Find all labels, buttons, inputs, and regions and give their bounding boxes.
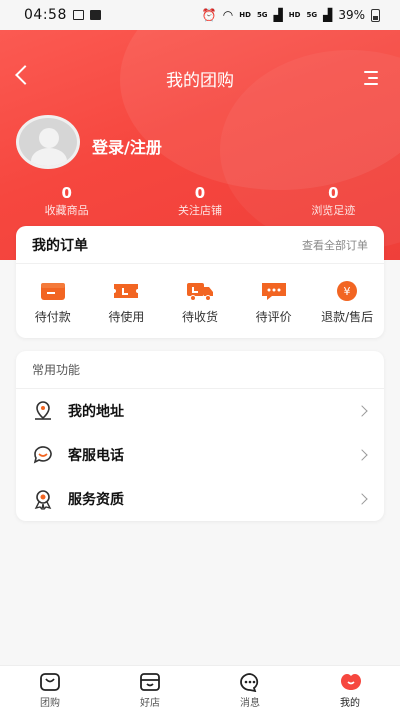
order-to-use[interactable]: 待使用 bbox=[90, 280, 164, 325]
nav-bar: 我的团购 bbox=[0, 30, 400, 130]
wallet-icon bbox=[39, 280, 67, 302]
function-label: 客服电话 bbox=[68, 448, 124, 464]
order-to-review[interactable]: 待评价 bbox=[237, 280, 311, 325]
order-refund[interactable]: ¥ 退款/售后 bbox=[310, 280, 384, 325]
location-icon bbox=[32, 400, 54, 422]
signal-icon-2: ▟ bbox=[323, 8, 333, 22]
5g-label-2: 5G bbox=[306, 11, 318, 19]
wifi-icon: ◠ bbox=[222, 8, 234, 22]
stat-label: 浏览足迹 bbox=[311, 204, 356, 217]
customer-service-row[interactable]: 客服电话 bbox=[16, 433, 384, 477]
stats-row: 0 收藏商品 0 关注店铺 0 浏览足迹 bbox=[0, 183, 400, 219]
stat-label: 关注店铺 bbox=[177, 204, 222, 217]
signal-icon-1: ▟ bbox=[273, 8, 283, 22]
chevron-right-icon bbox=[356, 449, 368, 461]
store-icon bbox=[139, 672, 161, 692]
stat-value: 0 bbox=[194, 184, 206, 202]
refund-icon: ¥ bbox=[333, 280, 361, 302]
menu-icon[interactable] bbox=[364, 71, 378, 85]
hd-label-2: HD bbox=[288, 11, 301, 19]
stat-followed-stores[interactable]: 0 关注店铺 bbox=[133, 183, 266, 219]
avatar[interactable] bbox=[16, 115, 80, 169]
order-pending-payment[interactable]: 待付款 bbox=[16, 280, 90, 325]
tab-messages[interactable]: 消息 bbox=[200, 666, 300, 711]
stat-value: 0 bbox=[328, 184, 339, 202]
shopping-bag-icon bbox=[39, 672, 61, 692]
chevron-right-icon bbox=[356, 493, 368, 505]
login-register-link[interactable]: 登录/注册 bbox=[92, 134, 162, 158]
tab-label: 消息 bbox=[240, 698, 260, 709]
order-item-label: 退款/售后 bbox=[321, 310, 374, 324]
order-item-label: 待使用 bbox=[108, 310, 145, 324]
status-bar: 04:58 ⏰ ◠ HD 5G ▟ HD 5G ▟ 39% bbox=[0, 0, 400, 30]
tab-stores[interactable]: 好店 bbox=[100, 666, 200, 711]
order-item-label: 待评价 bbox=[255, 310, 292, 324]
order-item-label: 待收货 bbox=[181, 310, 218, 324]
svg-text:¥: ¥ bbox=[344, 285, 351, 298]
battery-icon bbox=[371, 8, 380, 22]
tab-label: 我的 bbox=[340, 698, 360, 709]
order-item-label: 待付款 bbox=[34, 310, 71, 324]
tab-label: 团购 bbox=[40, 698, 60, 709]
tab-mine[interactable]: 我的 bbox=[300, 666, 400, 711]
my-address-row[interactable]: 我的地址 bbox=[16, 389, 384, 433]
comment-icon bbox=[260, 280, 288, 302]
view-all-orders-link[interactable]: 查看全部订单 bbox=[302, 237, 368, 253]
ticket-icon bbox=[112, 280, 140, 302]
stat-value: 0 bbox=[61, 184, 72, 202]
battery-percent: 39% bbox=[338, 8, 365, 22]
customer-service-icon bbox=[32, 444, 54, 466]
order-to-receive[interactable]: 待收货 bbox=[163, 280, 237, 325]
message-icon bbox=[239, 672, 261, 693]
common-functions-card: 常用功能 我的地址 客服电话 服务资质 bbox=[16, 351, 384, 521]
tab-group-buy[interactable]: 团购 bbox=[0, 666, 100, 711]
profile-icon bbox=[339, 672, 361, 692]
badge-icon bbox=[32, 488, 54, 511]
gallery-icon bbox=[72, 10, 84, 20]
orders-card: 我的订单 查看全部订单 待付款 待使用 待收货 待评价 ¥ 退款/售后 bbox=[16, 226, 384, 338]
orders-title: 我的订单 bbox=[32, 237, 88, 254]
stat-favorites[interactable]: 0 收藏商品 bbox=[0, 183, 133, 219]
truck-icon bbox=[186, 280, 214, 302]
function-label: 服务资质 bbox=[68, 492, 124, 508]
chevron-right-icon bbox=[356, 405, 368, 417]
hd-label-1: HD bbox=[239, 11, 251, 19]
5g-label-1: 5G bbox=[256, 11, 268, 19]
page-title: 我的团购 bbox=[166, 71, 234, 91]
mail-icon bbox=[89, 10, 101, 20]
stat-label: 收藏商品 bbox=[44, 204, 89, 217]
bottom-tab-bar: 团购 好店 消息 我的 bbox=[0, 665, 400, 711]
functions-title: 常用功能 bbox=[16, 351, 384, 389]
status-time: 04:58 bbox=[24, 7, 67, 23]
function-label: 我的地址 bbox=[68, 404, 124, 420]
alarm-icon: ⏰ bbox=[201, 8, 217, 22]
tab-label: 好店 bbox=[140, 698, 160, 709]
service-qualification-row[interactable]: 服务资质 bbox=[16, 477, 384, 521]
stat-history[interactable]: 0 浏览足迹 bbox=[267, 183, 400, 219]
